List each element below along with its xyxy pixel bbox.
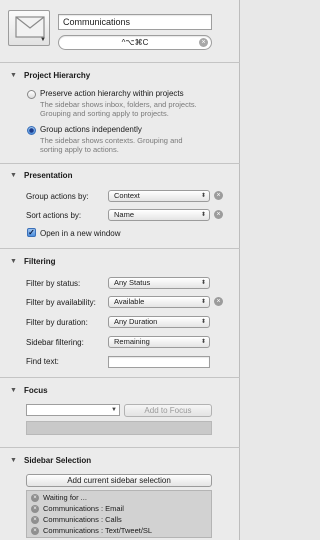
option-preserve-desc-line2: Grouping and sorting apply to projects. <box>40 109 169 118</box>
add-sidebar-selection-button[interactable]: Add current sidebar selection <box>26 474 212 487</box>
remove-item-icon[interactable]: × <box>31 526 39 535</box>
disclosure-triangle-icon[interactable]: ▼ <box>10 72 20 79</box>
list-item: × Communications : Text/Tweet/SL <box>31 526 152 535</box>
divider <box>0 248 240 249</box>
popup-arrows-icon: ⬍ <box>200 212 206 218</box>
option-preserve-desc-line1: The sidebar shows inbox, folders, and pr… <box>40 100 197 109</box>
popup-arrows-icon: ⬍ <box>200 299 206 305</box>
perspective-inspector: ▼ Communications ^⌥⌘C × ▼ Project Hierar… <box>0 0 240 540</box>
group-actions-popup[interactable]: Context ⬍ <box>108 190 210 202</box>
clear-shortcut-icon[interactable]: × <box>199 38 208 47</box>
perspective-icon-picker[interactable]: ▼ <box>8 10 50 46</box>
list-item-label: Communications : Calls <box>43 515 122 524</box>
list-item-label: Communications : Text/Tweet/SL <box>43 526 153 535</box>
focus-combo-box[interactable]: ▼ <box>26 404 120 416</box>
radio-group-independently[interactable] <box>27 126 36 135</box>
remove-item-icon[interactable]: × <box>31 493 39 502</box>
filter-availability-label: Filter by availability: <box>26 298 96 307</box>
sort-actions-label: Sort actions by: <box>26 211 82 220</box>
section-title: Project Hierarchy <box>24 71 91 80</box>
popup-value: Any Status <box>114 278 151 287</box>
list-item: × Communications : Calls <box>31 515 122 524</box>
disclosure-triangle-icon[interactable]: ▼ <box>10 457 20 464</box>
chevron-down-icon: ▼ <box>40 37 46 43</box>
radio-preserve-hierarchy[interactable] <box>27 90 36 99</box>
section-presentation[interactable]: ▼ Presentation <box>10 171 72 180</box>
add-to-focus-button[interactable]: Add to Focus <box>124 404 212 417</box>
remove-group-icon[interactable]: × <box>214 191 223 200</box>
find-text-label: Find text: <box>26 357 59 366</box>
filter-duration-label: Filter by duration: <box>26 318 88 327</box>
section-focus[interactable]: ▼ Focus <box>10 386 48 395</box>
popup-value: Context <box>114 191 140 200</box>
popup-value: Any Duration <box>114 317 158 326</box>
filter-status-popup[interactable]: Any Status ⬍ <box>108 277 210 289</box>
remove-sort-icon[interactable]: × <box>214 210 223 219</box>
divider <box>0 447 240 448</box>
section-title: Sidebar Selection <box>24 456 92 465</box>
divider <box>0 163 240 164</box>
group-actions-label: Group actions by: <box>26 192 89 201</box>
envelope-icon <box>15 16 45 38</box>
open-new-window-checkbox[interactable]: ✓ <box>27 228 36 237</box>
list-item-label: Communications : Email <box>43 504 124 513</box>
divider <box>0 377 240 378</box>
find-text-field[interactable] <box>108 356 210 368</box>
section-title: Filtering <box>24 257 56 266</box>
section-title: Presentation <box>24 171 73 180</box>
option-preserve-hierarchy-label[interactable]: Preserve action hierarchy within project… <box>40 89 184 98</box>
section-sidebar-selection[interactable]: ▼ Sidebar Selection <box>10 456 91 465</box>
popup-arrows-icon: ⬍ <box>200 339 206 345</box>
list-item: × Waiting for ... <box>31 493 87 502</box>
popup-arrows-icon: ⬍ <box>200 319 206 325</box>
disclosure-triangle-icon[interactable]: ▼ <box>10 172 20 179</box>
keyboard-shortcut-field[interactable]: ^⌥⌘C × <box>58 35 212 50</box>
disclosure-triangle-icon[interactable]: ▼ <box>10 387 20 394</box>
popup-value: Name <box>114 210 135 219</box>
shortcut-value: ^⌥⌘C <box>121 38 149 47</box>
popup-value: Available <box>114 297 145 306</box>
remove-item-icon[interactable]: × <box>31 515 39 524</box>
list-item-label: Waiting for ... <box>43 493 87 502</box>
open-new-window-label[interactable]: Open in a new window <box>40 229 121 238</box>
section-title: Focus <box>24 386 48 395</box>
option-group-independently-label[interactable]: Group actions independently <box>40 125 142 134</box>
remove-item-icon[interactable]: × <box>31 504 39 513</box>
disclosure-triangle-icon[interactable]: ▼ <box>10 258 20 265</box>
list-item: × Communications : Email <box>31 504 124 513</box>
filter-duration-popup[interactable]: Any Duration ⬍ <box>108 316 210 328</box>
filter-status-label: Filter by status: <box>26 279 81 288</box>
sidebar-selection-list[interactable]: × Waiting for ... × Communications : Ema… <box>26 490 212 538</box>
popup-value: Remaining <box>114 337 150 346</box>
option-group-desc-line2: sorting apply to actions. <box>40 145 119 154</box>
sort-actions-popup[interactable]: Name ⬍ <box>108 209 210 221</box>
chevron-down-icon[interactable]: ▼ <box>111 405 117 415</box>
sidebar-filtering-popup[interactable]: Remaining ⬍ <box>108 336 210 348</box>
remove-availability-icon[interactable]: × <box>214 297 223 306</box>
popup-arrows-icon: ⬍ <box>200 193 206 199</box>
popup-arrows-icon: ⬍ <box>200 280 206 286</box>
section-project-hierarchy[interactable]: ▼ Project Hierarchy <box>10 71 90 80</box>
divider <box>0 62 240 63</box>
perspective-name-field[interactable]: Communications <box>58 14 212 30</box>
option-group-desc-line1: The sidebar shows contexts. Grouping and <box>40 136 183 145</box>
focus-list[interactable] <box>26 421 212 435</box>
section-filtering[interactable]: ▼ Filtering <box>10 257 56 266</box>
sidebar-filtering-label: Sidebar filtering: <box>26 338 84 347</box>
filter-availability-popup[interactable]: Available ⬍ <box>108 296 210 308</box>
